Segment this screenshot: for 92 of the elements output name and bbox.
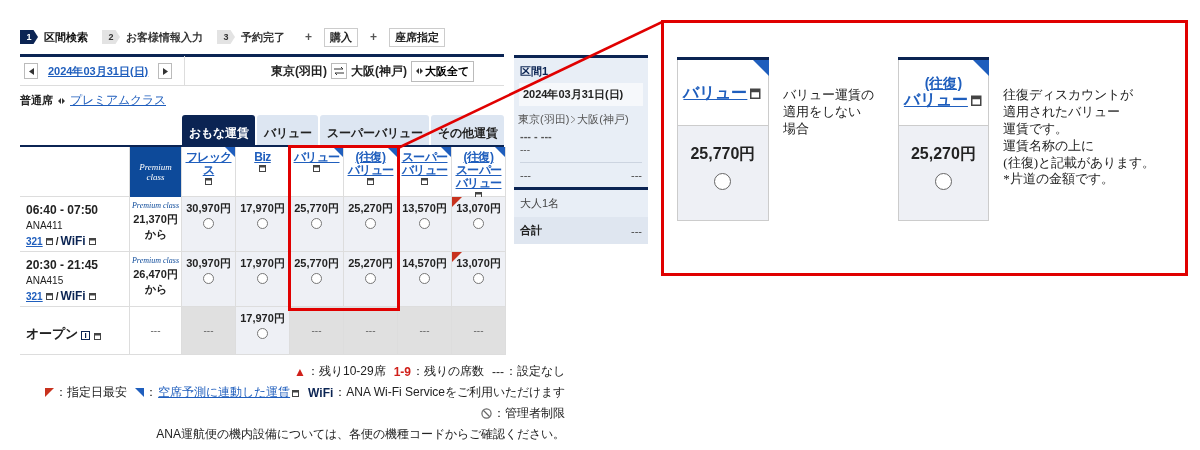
legend-text: ：残りの席数	[412, 363, 484, 380]
fare-name-link[interactable]: スーパーバリュー	[399, 151, 450, 178]
fare-tab[interactable]: スーパーバリュー	[320, 115, 429, 145]
origin-text: 東京(羽田)	[518, 112, 570, 127]
passenger-count: 大人1名	[520, 196, 560, 211]
open-fare-label: オープン	[26, 325, 78, 343]
summary-flight: ---	[519, 143, 531, 156]
step-label: 購入	[324, 27, 358, 47]
fare-cell[interactable]: 17,970円	[236, 197, 290, 252]
fare-name-link[interactable]: バリュー	[683, 83, 748, 102]
legend-symbol: ---	[492, 364, 504, 379]
fare-cell[interactable]: 25,270円	[344, 197, 398, 252]
fare-name-link[interactable]: Biz	[254, 151, 271, 165]
fare-cell[interactable]: 13,570円	[398, 197, 452, 252]
legend-text: ：管理者制限	[493, 405, 565, 422]
legend-symbol: WiFi	[308, 385, 334, 400]
aircraft-link[interactable]: 321	[26, 235, 43, 247]
legend-symbol: 1-9	[393, 364, 411, 379]
fare-cell[interactable]: 14,570円	[398, 252, 452, 307]
fare-cell[interactable]: 30,970円	[182, 197, 236, 252]
fare-tab[interactable]: おもな運賃	[182, 115, 255, 145]
fare-description: バリュー運賃の 適用をしない 場合	[782, 87, 875, 138]
fare-name-link[interactable]: フレックス	[183, 151, 234, 178]
destination-text: 大阪(神戸)	[577, 112, 629, 127]
fare-name-link[interactable]: バリュー	[293, 151, 340, 165]
summary-fare-price: ---	[631, 169, 642, 181]
fare-cell[interactable]: 25,770円	[290, 252, 344, 307]
step-number: 3	[217, 30, 235, 44]
fare-prefix-link[interactable]: (往復)	[355, 151, 386, 165]
legend-text: ：設定なし	[505, 363, 565, 380]
fare-cell[interactable]: 17,970円	[236, 252, 290, 307]
premium-fare-cell[interactable]: Premium class 26,470円 から	[130, 252, 182, 307]
separator-text: /	[55, 235, 59, 247]
wifi-label: WiFi	[60, 234, 86, 248]
fare-cell[interactable]: 13,070円	[452, 252, 506, 307]
fare-name-link[interactable]: バリュー	[347, 164, 394, 178]
fare-cell[interactable]: 30,970円	[182, 252, 236, 307]
legend-symbol: ▲	[294, 364, 306, 379]
premium-fare-cell[interactable]: Premium class 21,370円 から	[130, 197, 182, 252]
premium-class-header: Premium class	[130, 147, 182, 197]
fare-tab[interactable]: バリュー	[257, 115, 318, 145]
legend-text: ANA運航便の機内設備については、各便の機種コードからご確認ください。	[156, 426, 565, 443]
plus-sign: +	[305, 30, 312, 44]
fare-cell: ---	[398, 307, 452, 355]
total-label: 合計	[520, 223, 542, 238]
fare-cell: ---	[290, 307, 344, 355]
step-label: 予約完了	[241, 29, 285, 45]
flight-time: 20:30 - 21:45	[26, 258, 99, 272]
fare-cell[interactable]: 25,270円	[344, 252, 398, 307]
fare-cell[interactable]: 13,070円	[452, 197, 506, 252]
cabin-label: 普通席	[20, 93, 53, 108]
step-label: お客様情報入力	[126, 29, 203, 45]
flight-number: ANA415	[26, 275, 64, 286]
step-label: 区間検索	[44, 29, 88, 45]
fare-prefix-link[interactable]: (往復)	[463, 151, 494, 165]
fare-price: 25,270円	[910, 144, 976, 164]
all-airports-button[interactable]: 大阪全て	[411, 60, 474, 82]
fare-cell: ---	[344, 307, 398, 355]
fare-cell[interactable]: 25,770円	[290, 197, 344, 252]
summary-fare: ---	[520, 169, 531, 181]
total-value: ---	[631, 224, 642, 237]
step-number: 1	[20, 30, 38, 44]
origin-text: 東京(羽田)	[271, 62, 327, 80]
flight-time: 06:40 - 07:50	[26, 203, 99, 217]
fare-description: 往復ディスカウントが 適用されたバリュー 運賃です。 運賃名称の上に (往復)と記載があります。 *片道の金額です。	[1003, 87, 1156, 189]
summary-times: --- - ---	[519, 129, 553, 143]
legend-text: ：ANA Wi-Fi Serviceをご利用いただけます	[334, 384, 565, 401]
step-number: 2	[102, 30, 120, 44]
premium-class-link[interactable]: プレミアムクラス	[70, 92, 166, 109]
date-link[interactable]: 2024年03月31日(日)	[48, 63, 149, 79]
legend-text: ：残り10-29席	[306, 363, 386, 380]
destination-text: 大阪(神戸)	[351, 62, 407, 80]
fare-price: 25,770円	[690, 144, 756, 164]
fare-tab[interactable]: その他運賃	[431, 115, 504, 145]
legend-text: ：指定日最安	[55, 384, 128, 401]
not-available-text: ---	[150, 325, 161, 336]
fare-name-link[interactable]: バリュー	[903, 91, 968, 109]
wifi-label: WiFi	[60, 289, 86, 303]
flight-number: ANA411	[26, 220, 63, 231]
fare-name-link[interactable]: スーパーバリュー	[453, 164, 504, 191]
fare-cell[interactable]: 17,970円	[236, 307, 290, 355]
fare-cell: ---	[452, 307, 506, 355]
aircraft-link[interactable]: 321	[26, 290, 43, 302]
summary-date: 2024年03月31日(日)	[519, 83, 643, 106]
fare-prefix-link[interactable]: (往復)	[924, 76, 963, 92]
step-label: 座席指定	[389, 27, 446, 47]
legend-text: ：	[145, 384, 158, 401]
fare-info-link[interactable]: 空席予測に連動した運賃	[158, 384, 291, 401]
segment-title: 区間1	[519, 64, 550, 79]
plus-sign: +	[370, 30, 378, 44]
fare-cell: ---	[182, 307, 236, 355]
separator-text: /	[55, 290, 59, 302]
